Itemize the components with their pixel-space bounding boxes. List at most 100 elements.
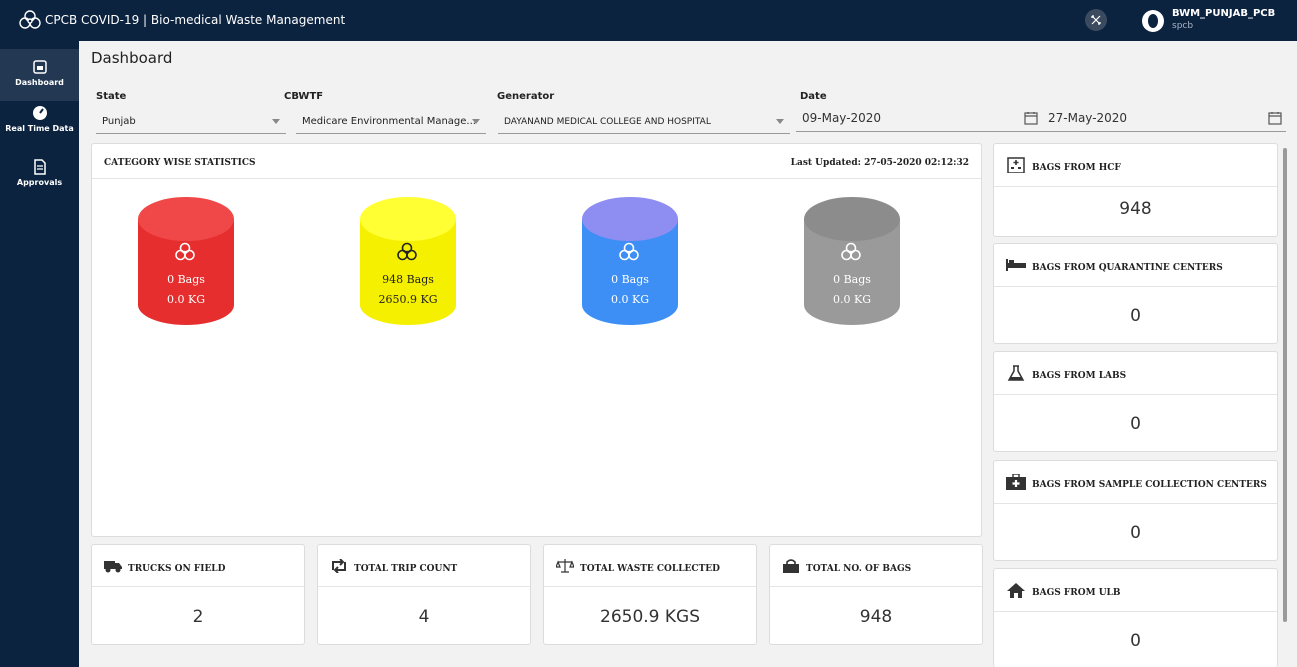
right-card-label: BAGS FROM QUARANTINE CENTERS: [1032, 263, 1223, 273]
biohazard-icon: [619, 242, 639, 261]
right-card-value: 0: [1130, 631, 1141, 651]
user-name[interactable]: BWM_PUNJAB_PCB: [1172, 8, 1275, 19]
stat-card-header: TOTAL TRIP COUNT: [318, 545, 530, 587]
home-icon: [1007, 583, 1025, 598]
waste-cylinder: 0 Bags 0.0 KG: [804, 197, 900, 327]
stat-card-header: TOTAL NO. OF BAGS: [770, 545, 982, 587]
fullscreen-toggle-icon[interactable]: [1085, 9, 1107, 31]
user-avatar[interactable]: [1142, 10, 1164, 32]
cylinder-kg-value: 2650.9 KG: [378, 293, 438, 306]
stat-value: 2: [192, 607, 204, 627]
truck-icon: [104, 561, 122, 573]
chevron-down-icon: [776, 119, 784, 124]
date-from-field[interactable]: 09-May-2020: [796, 108, 1042, 132]
flask-icon: [1007, 365, 1025, 381]
right-card-value: 0: [1130, 414, 1141, 434]
stat-card-bags: TOTAL NO. OF BAGS 948: [769, 544, 983, 645]
date-from-value: 09-May-2020: [802, 111, 882, 125]
right-card-label: BAGS FROM HCF: [1032, 163, 1121, 173]
user-role: spcb: [1172, 21, 1194, 31]
top-bar: CPCB COVID-19 | Bio-medical Waste Manage…: [0, 0, 1297, 41]
cylinder-kg-value: 0.0 KG: [167, 293, 205, 306]
bags-from-sample-collection-card: BAGS FROM SAMPLE COLLECTION CENTERS 0: [993, 460, 1278, 561]
date-to-value: 27-May-2020: [1048, 111, 1128, 125]
cylinder-bags-value: 0 Bags: [611, 273, 649, 286]
sidebar-item-dashboard[interactable]: Dashboard: [0, 49, 79, 101]
stat-label: TRUCKS ON FIELD: [128, 564, 226, 574]
state-value: Punjab: [102, 116, 136, 127]
cylinder-bags-value: 948 Bags: [382, 273, 434, 286]
right-card-label: BAGS FROM ULB: [1032, 588, 1121, 598]
cbwtf-select[interactable]: Medicare Environmental Manage...: [296, 110, 486, 134]
cylinder-kg-value: 0.0 KG: [833, 293, 871, 306]
cylinder-bags-value: 0 Bags: [167, 273, 205, 286]
generator-value: DAYANAND MEDICAL COLLEGE AND HOSPITAL: [504, 117, 711, 127]
stat-card-waste: TOTAL WASTE COLLECTED 2650.9 KGS: [543, 544, 757, 645]
calendar-icon[interactable]: [1268, 111, 1282, 125]
bed-icon: [1006, 259, 1026, 271]
stat-label: TOTAL NO. OF BAGS: [806, 564, 912, 574]
app-title: CPCB COVID-19 | Bio-medical Waste Manage…: [45, 13, 346, 27]
medical-kit-icon: [1006, 474, 1026, 490]
cbwtf-value: Medicare Environmental Manage...: [302, 116, 476, 127]
calendar-icon[interactable]: [1024, 111, 1038, 125]
stat-card-header: TRUCKS ON FIELD: [92, 545, 304, 587]
state-label: State: [96, 91, 127, 102]
waste-cylinder: 948 Bags 2650.9 KG: [360, 197, 456, 327]
page-title: Dashboard: [91, 49, 173, 67]
stat-label: TOTAL WASTE COLLECTED: [580, 564, 720, 574]
bags-from-hcf-card: BAGS FROM HCF 948: [993, 143, 1278, 237]
biohazard-logo-icon: [19, 10, 41, 29]
retweet-icon: [332, 559, 346, 573]
card-header: CATEGORY WISE STATISTICS Last Updated: 2…: [92, 144, 981, 179]
scale-icon: [556, 559, 574, 573]
cylinder-kg-value: 0.0 KG: [611, 293, 649, 306]
stat-label: TOTAL TRIP COUNT: [354, 564, 458, 574]
last-updated-text: Last Updated: 27-05-2020 02:12:32: [790, 158, 969, 168]
right-card-header: BAGS FROM HCF: [994, 144, 1277, 187]
right-card-value: 0: [1130, 306, 1141, 326]
right-panel-scrollbar[interactable]: [1283, 148, 1287, 622]
stat-value: 2650.9 KGS: [600, 607, 700, 627]
biohazard-icon: [175, 242, 195, 261]
right-card-label: BAGS FROM SAMPLE COLLECTION CENTERS: [1032, 480, 1267, 490]
sidebar-item-real-time-data[interactable]: Real Time Data: [0, 95, 79, 143]
stat-card-header: TOTAL WASTE COLLECTED: [544, 545, 756, 587]
chevron-down-icon: [472, 119, 480, 124]
sidebar-item-approvals[interactable]: Approvals: [0, 149, 79, 197]
generator-label: Generator: [497, 91, 555, 102]
right-card-header: BAGS FROM QUARANTINE CENTERS: [994, 244, 1277, 287]
right-card-header: BAGS FROM SAMPLE COLLECTION CENTERS: [994, 461, 1277, 504]
cylinder-bags-value: 0 Bags: [833, 273, 871, 286]
hospital-icon: [1007, 157, 1025, 173]
sidebar: Dashboard Real Time Data Approvals: [0, 41, 79, 667]
document-icon: [33, 159, 46, 175]
stat-value: 948: [859, 607, 893, 627]
right-card-label: BAGS FROM LABS: [1032, 371, 1127, 381]
generator-select[interactable]: DAYANAND MEDICAL COLLEGE AND HOSPITAL: [498, 110, 790, 134]
state-select[interactable]: Punjab: [96, 110, 286, 134]
right-card-header: BAGS FROM ULB: [994, 569, 1277, 612]
stat-value: 4: [418, 607, 430, 627]
biohazard-icon: [841, 242, 861, 261]
category-stats-title: CATEGORY WISE STATISTICS: [104, 158, 256, 168]
date-to-field[interactable]: 27-May-2020: [1042, 108, 1286, 132]
stat-card-trucks: TRUCKS ON FIELD 2: [91, 544, 305, 645]
sidebar-item-label: Dashboard: [15, 78, 64, 87]
cbwtf-label: CBWTF: [284, 91, 324, 102]
right-card-value: 0: [1130, 523, 1141, 543]
sidebar-item-label: Real Time Data: [5, 124, 74, 133]
speedometer-icon: [32, 106, 47, 120]
shopping-bag-icon: [783, 559, 799, 573]
sidebar-item-label: Approvals: [16, 178, 63, 187]
dashboard-icon: [32, 60, 47, 74]
waste-cylinder: 0 Bags 0.0 KG: [138, 197, 234, 327]
right-card-value: 948: [1119, 199, 1152, 219]
bags-from-labs-card: BAGS FROM LABS 0: [993, 351, 1278, 452]
biohazard-icon: [397, 242, 417, 261]
chevron-down-icon: [272, 119, 280, 124]
stat-card-trips: TOTAL TRIP COUNT 4: [317, 544, 531, 645]
bags-from-quarantine-card: BAGS FROM QUARANTINE CENTERS 0: [993, 243, 1278, 344]
waste-cylinder: 0 Bags 0.0 KG: [582, 197, 678, 327]
date-label: Date: [800, 91, 827, 102]
